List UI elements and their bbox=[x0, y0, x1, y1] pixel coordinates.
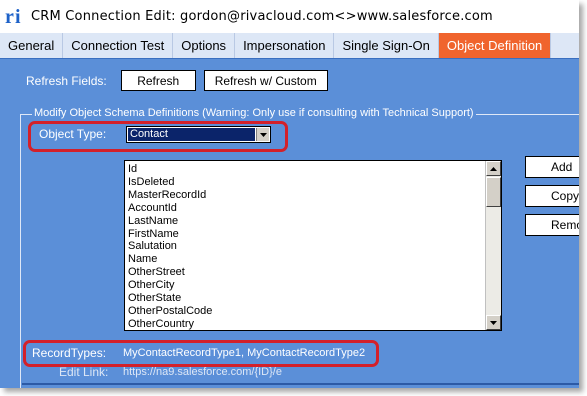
tab-connection-test[interactable]: Connection Test bbox=[63, 33, 174, 58]
tab-label: Object Definition bbox=[446, 38, 543, 53]
list-item[interactable]: OtherCountry bbox=[128, 318, 212, 330]
record-types-value: MyContactRecordType1, MyContactRecordTyp… bbox=[123, 347, 366, 359]
tab-object-definition[interactable]: Object Definition bbox=[438, 33, 552, 58]
scroll-down-icon[interactable] bbox=[486, 315, 501, 330]
tab-single-sign-on[interactable]: Single Sign-On bbox=[334, 33, 439, 58]
scroll-thumb[interactable] bbox=[486, 177, 501, 207]
scroll-up-icon[interactable] bbox=[486, 161, 501, 176]
field-list[interactable]: Id IsDeleted MasterRecordId AccountId LastNa… bbox=[124, 160, 502, 331]
list-item[interactable]: MasterRecordId bbox=[128, 189, 212, 202]
refresh-with-custom-button[interactable]: Refresh w/ Custom bbox=[203, 70, 328, 91]
tab-label: General bbox=[8, 38, 55, 53]
tab-label: Connection Test bbox=[71, 38, 165, 53]
tab-impersonation[interactable]: Impersonation bbox=[235, 33, 335, 58]
tab-label: Single Sign-On bbox=[342, 38, 430, 53]
object-type-select[interactable]: Contact bbox=[126, 126, 271, 143]
list-item[interactable]: LastName bbox=[128, 215, 212, 228]
list-item[interactable]: IsDeleted bbox=[128, 176, 212, 189]
crm-connection-edit-window: ri CRM Connection Edit: gordon@rivacloud… bbox=[0, 0, 579, 388]
refresh-fields-row: Refresh Fields: Refresh Refresh w/ Custo… bbox=[26, 70, 328, 91]
object-type-label: Object Type: bbox=[39, 127, 107, 141]
riva-logo: ri bbox=[5, 5, 21, 28]
tab-general[interactable]: General bbox=[0, 33, 64, 58]
list-item[interactable]: Name bbox=[128, 253, 212, 266]
window-title: CRM Connection Edit: gordon@rivacloud.co… bbox=[31, 9, 493, 24]
schema-group-label: Modify Object Schema Definitions (Warnin… bbox=[32, 107, 476, 119]
add-button[interactable]: Add bbox=[525, 156, 579, 178]
remove-button[interactable]: Remov bbox=[525, 214, 579, 236]
chevron-down-icon[interactable] bbox=[256, 128, 269, 141]
list-item[interactable]: AccountId bbox=[128, 202, 212, 215]
object-type-value: Contact bbox=[128, 128, 255, 141]
field-list-scrollbar[interactable] bbox=[485, 161, 501, 330]
list-item[interactable]: Salutation bbox=[128, 240, 212, 253]
list-item[interactable]: OtherCity bbox=[128, 279, 212, 292]
edit-link-value: https://na9.salesforce.com/{ID}/e bbox=[123, 366, 282, 378]
field-items: Id IsDeleted MasterRecordId AccountId LastNa… bbox=[128, 163, 212, 330]
list-item[interactable]: OtherPostalCode bbox=[128, 305, 212, 318]
tab-options[interactable]: Options bbox=[173, 33, 236, 58]
tab-bar: General Connection Test Options Imperson… bbox=[0, 33, 579, 59]
list-item[interactable]: OtherStreet bbox=[128, 266, 212, 279]
refresh-button[interactable]: Refresh bbox=[120, 70, 196, 91]
edit-link-label: Edit Link: bbox=[59, 365, 109, 379]
tab-label: Impersonation bbox=[243, 38, 326, 53]
divider bbox=[22, 383, 579, 385]
copy-button[interactable]: Copy bbox=[525, 185, 579, 207]
list-item[interactable]: Id bbox=[128, 163, 212, 176]
tab-label: Options bbox=[181, 38, 227, 53]
list-item[interactable]: FirstName bbox=[128, 228, 212, 241]
list-item[interactable]: OtherState bbox=[128, 292, 212, 305]
record-types-label: RecordTypes: bbox=[32, 346, 107, 360]
title-bar: ri CRM Connection Edit: gordon@rivacloud… bbox=[0, 0, 579, 33]
refresh-fields-label: Refresh Fields: bbox=[26, 73, 107, 88]
